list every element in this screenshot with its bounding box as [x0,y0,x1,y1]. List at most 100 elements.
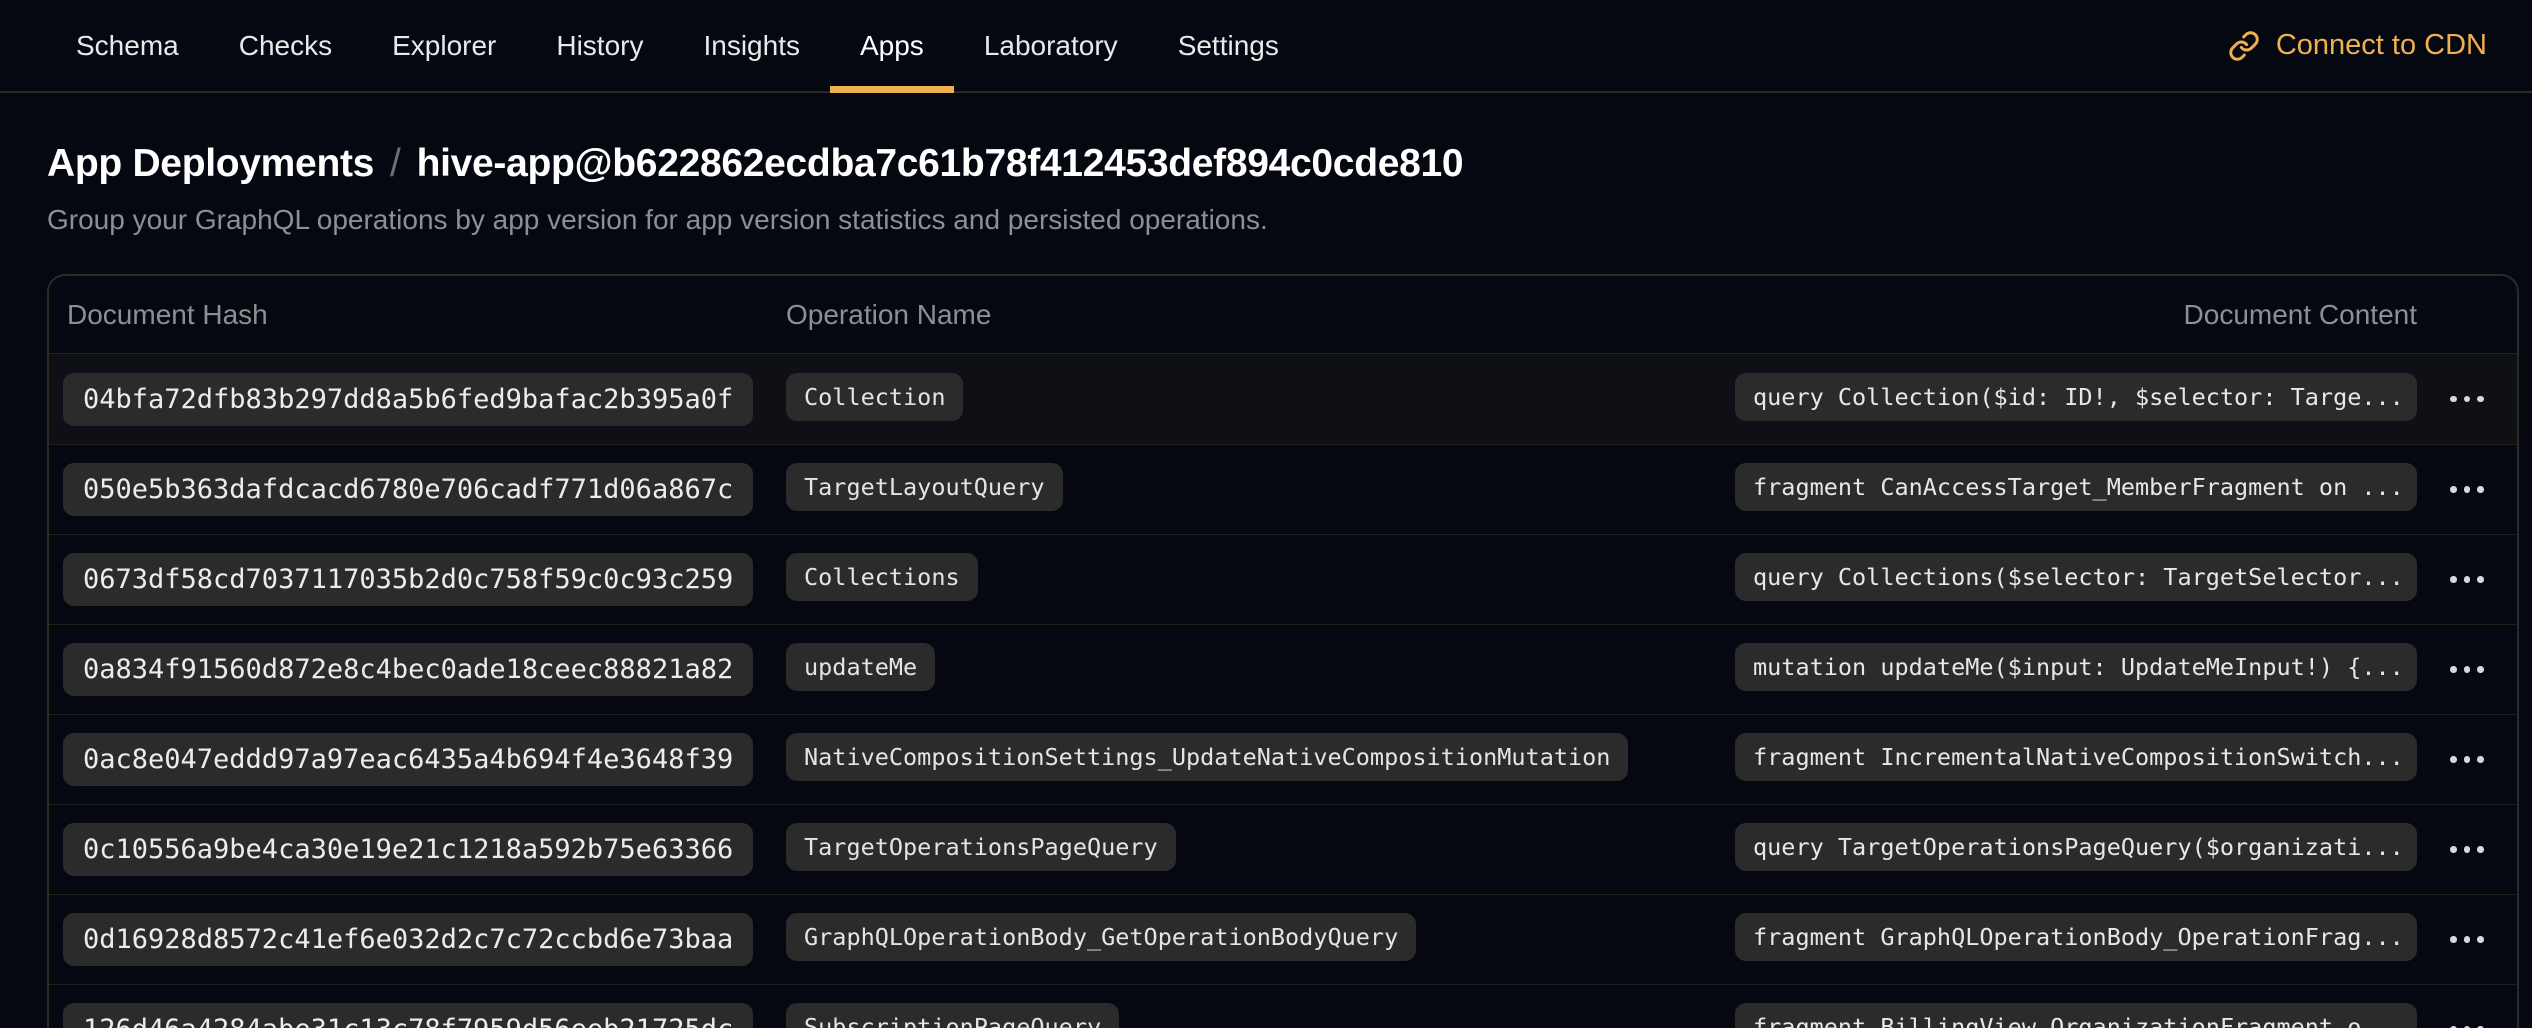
ellipsis-icon [2450,846,2484,853]
document-content-value: fragment GraphQLOperationBody_OperationF… [1735,913,2417,961]
operation-name-cell: updateMe [786,643,1735,696]
operation-name-cell: GraphQLOperationBody_GetOperationBodyQue… [786,913,1735,966]
operation-name-value: Collections [786,553,978,601]
nav-tab-schema[interactable]: Schema [46,0,209,91]
deployments-table: Document Hash Operation Name Document Co… [47,274,2519,1028]
document-content-cell: fragment CanAccessTarget_MemberFragment … [1735,463,2417,516]
table-row[interactable]: 126d46a4284abe31c13c78f7959d56eeb21725dc… [49,984,2517,1028]
nav-item-label: Settings [1178,30,1279,62]
row-menu-button[interactable] [2440,652,2494,687]
top-navbar: Schema Checks Explorer History Insights … [0,0,2532,93]
column-header-document-content: Document Content [1735,299,2417,331]
operation-name-value: updateMe [786,643,935,691]
nav-item-label: History [556,30,643,62]
document-hash-value: 050e5b363dafdcacd6780e706cadf771d06a867c [63,463,753,516]
document-content-value: fragment BillingView_OrganizationFragmen… [1735,1003,2417,1028]
document-hash-cell: 0673df58cd7037117035b2d0c758f59c0c93c259 [49,553,786,606]
ellipsis-icon [2450,396,2484,403]
document-hash-value: 04bfa72dfb83b297dd8a5b6fed9bafac2b395a0f [63,373,753,426]
document-content-value: mutation updateMe($input: UpdateMeInput!… [1735,643,2417,691]
document-content-value: query Collection($id: ID!, $selector: Ta… [1735,373,2417,421]
document-content-cell: fragment BillingView_OrganizationFragmen… [1735,1003,2417,1028]
operation-name-value: NativeCompositionSettings_UpdateNativeCo… [786,733,1628,781]
nav-tab-explorer[interactable]: Explorer [362,0,526,91]
row-menu-button[interactable] [2440,742,2494,777]
ellipsis-icon [2450,756,2484,763]
link-icon [2228,30,2260,62]
nav-item-label: Schema [76,30,179,62]
document-hash-cell: 0a834f91560d872e8c4bec0ade18ceec88821a82 [49,643,786,696]
document-hash-cell: 0d16928d8572c41ef6e032d2c7c72ccbd6e73baa [49,913,786,966]
breadcrumb: App Deployments / hive-app@b622862ecdba7… [47,142,2532,186]
nav-tab-checks[interactable]: Checks [209,0,362,91]
operation-name-value: TargetLayoutQuery [786,463,1063,511]
operation-name-cell: TargetOperationsPageQuery [786,823,1735,876]
operation-name-value: SubscriptionPageQuery [786,1003,1119,1028]
column-header-operation-name: Operation Name [786,299,1735,331]
document-hash-value: 126d46a4284abe31c13c78f7959d56eeb21725dc [63,1003,753,1028]
document-content-value: fragment CanAccessTarget_MemberFragment … [1735,463,2417,511]
ellipsis-icon [2450,936,2484,943]
operation-name-value: Collection [786,373,963,421]
operation-name-cell: Collections [786,553,1735,606]
connect-to-cdn-button[interactable]: Connect to CDN [2228,0,2487,91]
operation-name-value: GraphQLOperationBody_GetOperationBodyQue… [786,913,1416,961]
nav-tab-settings[interactable]: Settings [1148,0,1309,91]
page-head: App Deployments / hive-app@b622862ecdba7… [47,142,2532,236]
nav-spacer [1309,0,2228,91]
document-hash-cell: 050e5b363dafdcacd6780e706cadf771d06a867c [49,463,786,516]
ellipsis-icon [2450,576,2484,583]
page-subtitle: Group your GraphQL operations by app ver… [47,204,2532,236]
table-row[interactable]: 0d16928d8572c41ef6e032d2c7c72ccbd6e73baa… [49,894,2517,984]
row-menu-button[interactable] [2440,1012,2494,1028]
table-header-row: Document Hash Operation Name Document Co… [49,276,2517,354]
document-hash-cell: 126d46a4284abe31c13c78f7959d56eeb21725dc [49,1003,786,1028]
nav-item-label: Explorer [392,30,496,62]
nav-tabs: Schema Checks Explorer History Insights … [46,0,1309,91]
app-version-title: hive-app@b622862ecdba7c61b78f412453def89… [417,142,1464,186]
document-content-cell: fragment GraphQLOperationBody_OperationF… [1735,913,2417,966]
operation-name-cell: SubscriptionPageQuery [786,1003,1735,1028]
document-content-cell: mutation updateMe($input: UpdateMeInput!… [1735,643,2417,696]
document-content-value: query Collections($selector: TargetSelec… [1735,553,2417,601]
row-menu-button[interactable] [2440,562,2494,597]
row-menu-button[interactable] [2440,382,2494,417]
table-row[interactable]: 0673df58cd7037117035b2d0c758f59c0c93c259… [49,534,2517,624]
nav-item-label: Checks [239,30,332,62]
document-content-cell: query Collection($id: ID!, $selector: Ta… [1735,373,2417,426]
table-row[interactable]: 050e5b363dafdcacd6780e706cadf771d06a867c… [49,444,2517,534]
nav-tab-history[interactable]: History [526,0,673,91]
document-content-cell: query TargetOperationsPageQuery($organiz… [1735,823,2417,876]
document-content-cell: fragment IncrementalNativeCompositionSwi… [1735,733,2417,786]
nav-item-label: Apps [860,30,924,62]
document-hash-cell: 0ac8e047eddd97a97eac6435a4b694f4e3648f39 [49,733,786,786]
row-menu-button[interactable] [2440,472,2494,507]
operation-name-value: TargetOperationsPageQuery [786,823,1176,871]
nav-tab-insights[interactable]: Insights [673,0,830,91]
document-hash-value: 0673df58cd7037117035b2d0c758f59c0c93c259 [63,553,753,606]
ellipsis-icon [2450,486,2484,493]
document-hash-value: 0ac8e047eddd97a97eac6435a4b694f4e3648f39 [63,733,753,786]
column-header-document-hash: Document Hash [49,299,786,331]
nav-tab-apps[interactable]: Apps [830,0,954,91]
document-content-value: query TargetOperationsPageQuery($organiz… [1735,823,2417,871]
nav-item-label: Laboratory [984,30,1118,62]
row-menu-button[interactable] [2440,922,2494,957]
table-row[interactable]: 04bfa72dfb83b297dd8a5b6fed9bafac2b395a0f… [49,354,2517,444]
table-row[interactable]: 0a834f91560d872e8c4bec0ade18ceec88821a82… [49,624,2517,714]
breadcrumb-separator: / [390,142,401,186]
document-hash-value: 0c10556a9be4ca30e19e21c1218a592b75e63366 [63,823,753,876]
operation-name-cell: NativeCompositionSettings_UpdateNativeCo… [786,733,1735,786]
nav-item-label: Insights [703,30,800,62]
table-row[interactable]: 0c10556a9be4ca30e19e21c1218a592b75e63366… [49,804,2517,894]
nav-tab-laboratory[interactable]: Laboratory [954,0,1148,91]
document-hash-value: 0d16928d8572c41ef6e032d2c7c72ccbd6e73baa [63,913,753,966]
document-hash-cell: 0c10556a9be4ca30e19e21c1218a592b75e63366 [49,823,786,876]
document-hash-cell: 04bfa72dfb83b297dd8a5b6fed9bafac2b395a0f [49,373,786,426]
operation-name-cell: Collection [786,373,1735,426]
document-hash-value: 0a834f91560d872e8c4bec0ade18ceec88821a82 [63,643,753,696]
document-content-value: fragment IncrementalNativeCompositionSwi… [1735,733,2417,781]
row-menu-button[interactable] [2440,832,2494,867]
operation-name-cell: TargetLayoutQuery [786,463,1735,516]
table-row[interactable]: 0ac8e047eddd97a97eac6435a4b694f4e3648f39… [49,714,2517,804]
